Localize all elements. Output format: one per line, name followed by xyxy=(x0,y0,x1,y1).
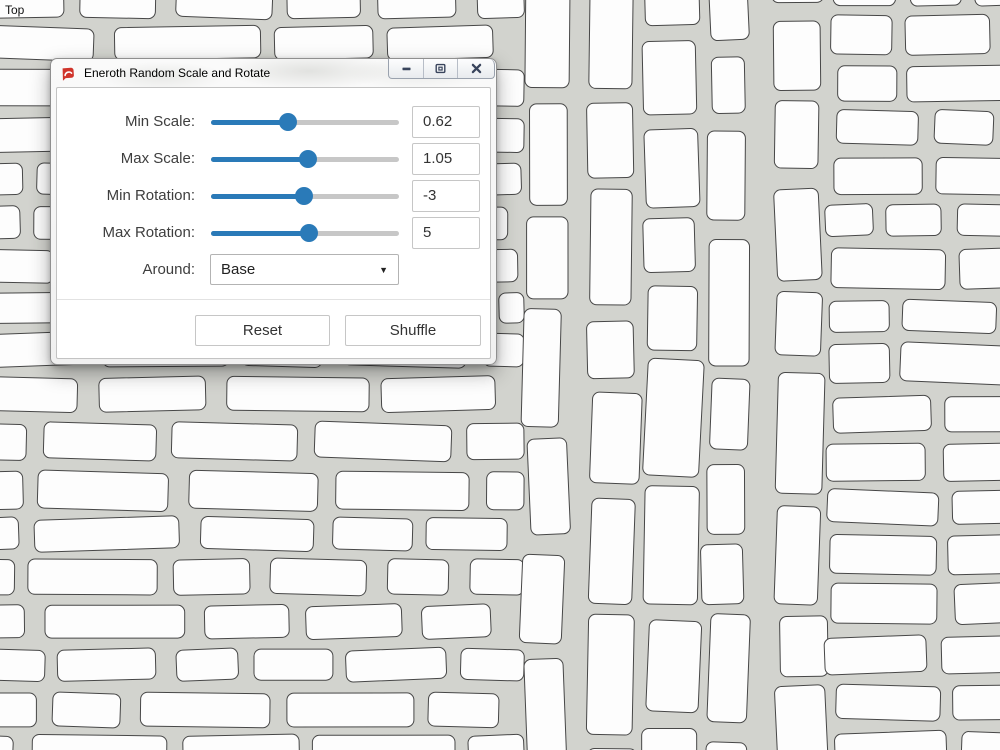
min-scale-slider[interactable] xyxy=(211,113,399,131)
dropdown-arrow-icon: ▼ xyxy=(379,265,388,275)
around-row: Around: Base ▼ xyxy=(57,251,490,288)
max-scale-slider[interactable] xyxy=(211,150,399,168)
slider-thumb[interactable] xyxy=(279,113,297,131)
max-rotation-input[interactable] xyxy=(412,217,480,249)
dialog-title: Eneroth Random Scale and Rotate xyxy=(84,66,270,80)
maximize-button[interactable] xyxy=(423,59,457,78)
close-button[interactable] xyxy=(457,59,494,78)
eneroth-icon xyxy=(60,65,77,82)
minimize-button[interactable] xyxy=(389,59,423,78)
view-name-label: Top xyxy=(5,3,24,17)
max-scale-row: Max Scale: xyxy=(57,140,490,177)
slider-thumb[interactable] xyxy=(299,150,317,168)
close-icon xyxy=(469,61,484,76)
slider-thumb[interactable] xyxy=(300,224,318,242)
dialog-window: Eneroth Random Scale and Rotate Min Scal… xyxy=(50,58,497,365)
min-scale-row: Min Scale: xyxy=(57,103,490,140)
divider xyxy=(57,299,490,300)
min-rotation-slider[interactable] xyxy=(211,187,399,205)
min-rotation-input[interactable] xyxy=(412,180,480,212)
slider-fill xyxy=(211,231,309,236)
slider-field-rows: Min Scale: Max Scale: Min Rotation: Max … xyxy=(57,103,490,251)
slider-fill xyxy=(211,194,304,199)
around-select[interactable]: Base ▼ xyxy=(210,254,399,285)
max-scale-input[interactable] xyxy=(412,143,480,175)
field-label: Min Scale: xyxy=(57,113,195,130)
minimize-icon xyxy=(399,61,414,76)
window-controls xyxy=(388,59,495,79)
dialog-content: Min Scale: Max Scale: Min Rotation: Max … xyxy=(56,87,491,359)
reset-button[interactable]: Reset xyxy=(195,315,330,346)
min-rotation-row: Min Rotation: xyxy=(57,177,490,214)
slider-thumb[interactable] xyxy=(295,187,313,205)
field-label: Min Rotation: xyxy=(57,187,195,204)
button-row: Reset Shuffle xyxy=(57,315,490,346)
around-select-value: Base xyxy=(221,261,255,278)
field-label: Max Rotation: xyxy=(57,224,195,241)
slider-fill xyxy=(211,157,308,162)
max-rotation-row: Max Rotation: xyxy=(57,214,490,251)
min-scale-input[interactable] xyxy=(412,106,480,138)
field-label: Max Scale: xyxy=(57,150,195,167)
maximize-icon xyxy=(433,61,448,76)
max-rotation-slider[interactable] xyxy=(211,224,399,242)
shuffle-button[interactable]: Shuffle xyxy=(345,315,481,346)
slider-fill xyxy=(211,120,288,125)
around-label: Around: xyxy=(57,261,195,278)
